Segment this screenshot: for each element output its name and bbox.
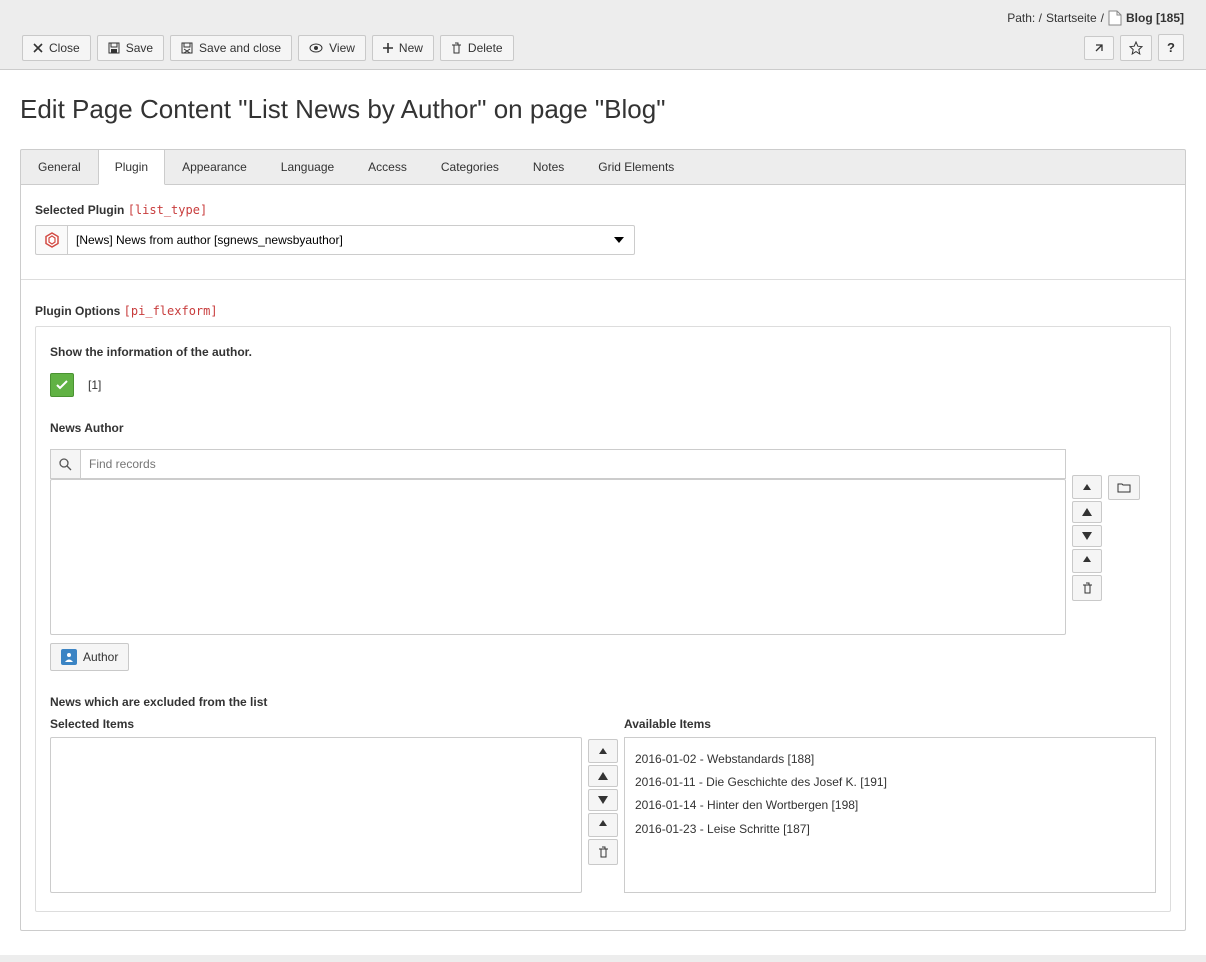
browse-button[interactable]: [1108, 475, 1140, 500]
trash-icon: [598, 846, 609, 858]
excluded-label: News which are excluded from the list: [50, 695, 1156, 709]
move-up-icon: [598, 772, 608, 780]
path-segment[interactable]: Startseite: [1046, 11, 1097, 25]
excl-move-top-button[interactable]: [588, 739, 618, 763]
page-title: Edit Page Content "List News by Author" …: [20, 94, 1186, 125]
selected-plugin-hint: [list_type]: [128, 203, 207, 217]
delete-label: Delete: [468, 41, 503, 55]
excl-move-up-button[interactable]: [588, 765, 618, 787]
available-item[interactable]: 2016-01-02 - Webstandards [188]: [635, 748, 1145, 771]
check-icon: [55, 379, 69, 391]
plus-icon: [383, 43, 393, 53]
breadcrumb: Path: /Startseite/ Blog [185]: [0, 0, 1206, 26]
path-current[interactable]: Blog [185]: [1126, 11, 1184, 25]
plugin-options-hint: [pi_flexform]: [124, 304, 218, 318]
move-up-icon: [1082, 508, 1092, 516]
new-label: New: [399, 41, 423, 55]
tab-panel: Selected Plugin [list_type] [News] News …: [20, 185, 1186, 931]
news-author-search[interactable]: [80, 449, 1066, 479]
available-item[interactable]: 2016-01-14 - Hinter den Wortbergen [198]: [635, 794, 1145, 817]
question-icon: ?: [1167, 40, 1175, 55]
plugin-type-icon: [35, 225, 67, 255]
view-button[interactable]: View: [298, 35, 366, 61]
trash-icon: [451, 42, 462, 54]
available-items-list[interactable]: 2016-01-02 - Webstandards [188] 2016-01-…: [624, 737, 1156, 893]
external-link-icon: [1093, 42, 1105, 54]
available-item[interactable]: 2016-01-23 - Leise Schritte [187]: [635, 818, 1145, 841]
selected-items-list[interactable]: [50, 737, 582, 893]
tab-categories[interactable]: Categories: [424, 150, 516, 184]
save-icon: [108, 42, 120, 54]
tab-general[interactable]: General: [21, 150, 98, 184]
news-author-label: News Author: [50, 421, 1156, 435]
available-items-label: Available Items: [624, 717, 1156, 731]
selected-plugin-label-text: Selected Plugin: [35, 203, 124, 217]
move-down-button[interactable]: [1072, 525, 1102, 547]
tab-access[interactable]: Access: [351, 150, 424, 184]
eye-icon: [309, 43, 323, 53]
selected-items-label: Selected Items: [50, 717, 582, 731]
move-bottom-button[interactable]: [1072, 549, 1102, 573]
tab-plugin[interactable]: Plugin: [98, 150, 165, 185]
tab-language[interactable]: Language: [264, 150, 351, 184]
excl-remove-button[interactable]: [588, 839, 618, 865]
plugin-options-label: Plugin Options [pi_flexform]: [35, 304, 1171, 318]
move-bottom-icon: [1082, 556, 1092, 566]
tab-bar: General Plugin Appearance Language Acces…: [20, 149, 1186, 185]
close-icon: [33, 43, 43, 53]
help-button[interactable]: ?: [1158, 34, 1184, 61]
save-button[interactable]: Save: [97, 35, 164, 61]
close-button[interactable]: Close: [22, 35, 91, 61]
show-author-checkbox[interactable]: [50, 373, 74, 397]
tab-notes[interactable]: Notes: [516, 150, 581, 184]
search-icon-wrapper: [50, 449, 80, 479]
folder-icon: [1117, 482, 1131, 493]
bookmark-button[interactable]: [1120, 35, 1152, 61]
author-button-label: Author: [83, 650, 118, 664]
news-author-list[interactable]: [50, 479, 1066, 635]
author-button[interactable]: Author: [50, 643, 129, 671]
selected-plugin-select[interactable]: [News] News from author [sgnews_newsbyau…: [67, 225, 635, 255]
save-close-icon: [181, 42, 193, 54]
selected-plugin-label: Selected Plugin [list_type]: [35, 203, 1171, 217]
save-label: Save: [126, 41, 153, 55]
move-down-icon: [598, 796, 608, 804]
search-icon: [59, 458, 72, 471]
save-close-label: Save and close: [199, 41, 281, 55]
view-label: View: [329, 41, 355, 55]
page-icon: [1108, 10, 1122, 26]
remove-item-button[interactable]: [1072, 575, 1102, 601]
available-item[interactable]: 2016-01-11 - Die Geschichte des Josef K.…: [635, 771, 1145, 794]
open-external-button[interactable]: [1084, 36, 1114, 60]
show-author-label: Show the information of the author.: [50, 345, 1156, 359]
move-top-button[interactable]: [1072, 475, 1102, 499]
new-button[interactable]: New: [372, 35, 434, 61]
move-up-button[interactable]: [1072, 501, 1102, 523]
move-bottom-icon: [598, 820, 608, 830]
path-prefix: Path: /: [1007, 11, 1042, 25]
show-author-value: [1]: [88, 378, 101, 392]
excl-move-bottom-button[interactable]: [588, 813, 618, 837]
close-label: Close: [49, 41, 80, 55]
tab-appearance[interactable]: Appearance: [165, 150, 264, 184]
delete-button[interactable]: Delete: [440, 35, 514, 61]
save-close-button[interactable]: Save and close: [170, 35, 292, 61]
tab-grid-elements[interactable]: Grid Elements: [581, 150, 691, 184]
move-top-icon: [598, 746, 608, 756]
star-icon: [1129, 41, 1143, 55]
move-top-icon: [1082, 482, 1092, 492]
trash-icon: [1082, 582, 1093, 594]
plugin-options-label-text: Plugin Options: [35, 304, 120, 318]
toolbar: Close Save Save and close View New Delet…: [0, 26, 1206, 69]
author-icon: [61, 649, 77, 665]
excl-move-down-button[interactable]: [588, 789, 618, 811]
plugin-options-box: Show the information of the author. [1] …: [35, 326, 1171, 912]
move-down-icon: [1082, 532, 1092, 540]
